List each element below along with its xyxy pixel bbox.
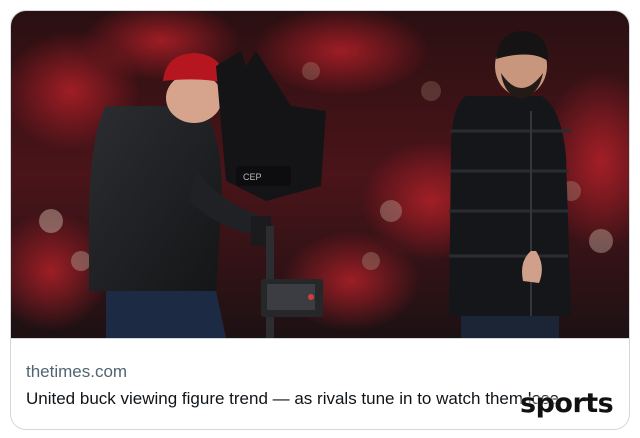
article-photo[interactable]: CEP [11,11,630,338]
svg-text:CEP: CEP [243,172,262,182]
sports-watermark: sports [520,388,614,419]
link-preview-card[interactable]: CEP thetimes.com United buck viewing fig… [10,10,630,430]
link-domain[interactable]: thetimes.com [26,362,127,382]
